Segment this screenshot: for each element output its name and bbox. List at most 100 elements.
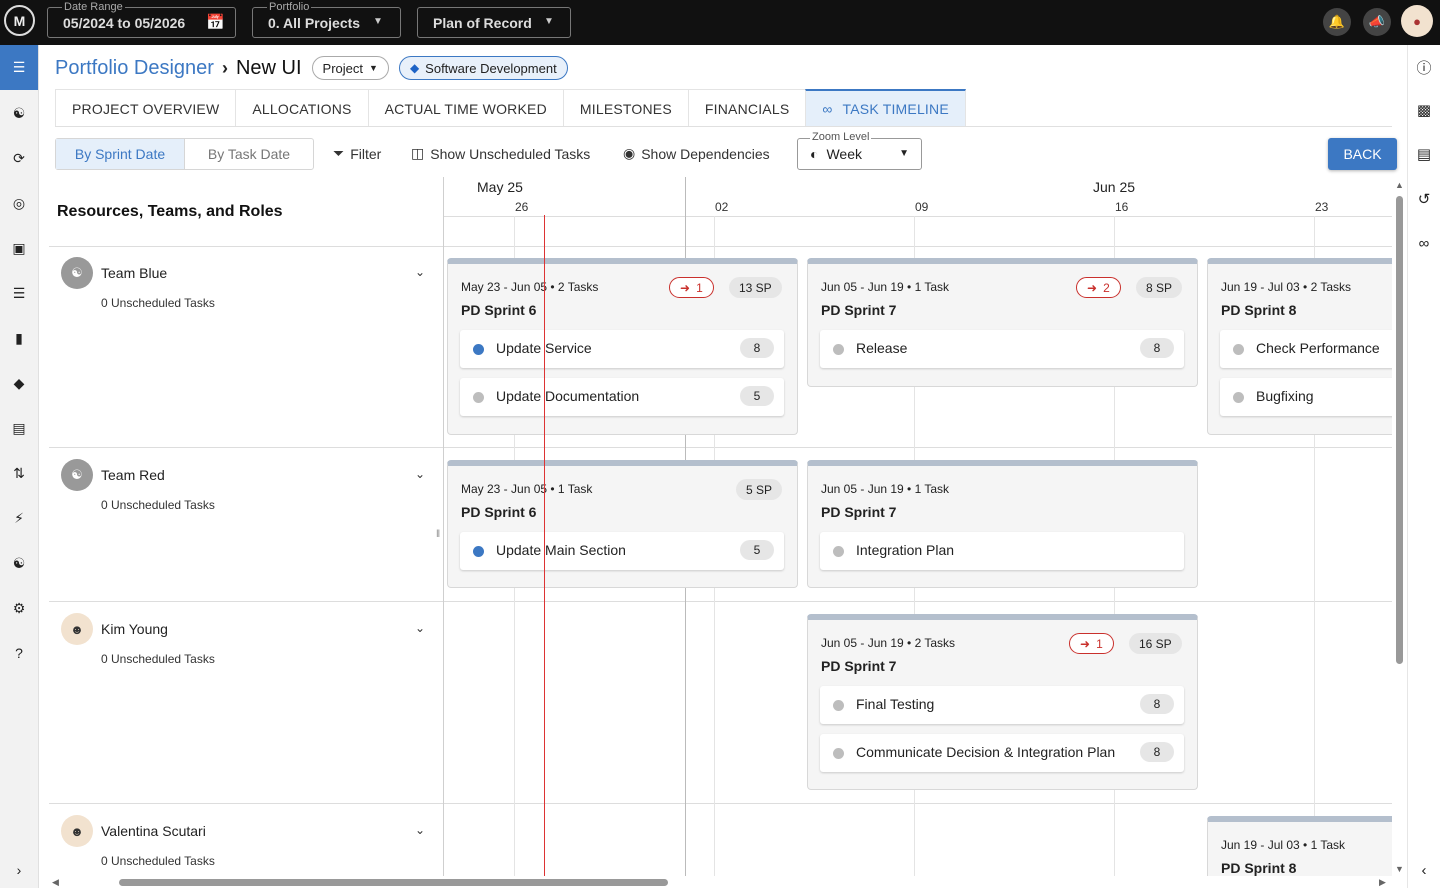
transfer-nav-icon[interactable]: ⇅ [0,453,38,493]
badge-nav-icon[interactable]: ▣ [0,228,38,268]
sprint-card[interactable]: May 23 - Jun 05 • 2 Tasks PD Sprint 6 ➜ 1… [447,258,798,435]
expand-chevron-icon[interactable]: › [0,850,38,890]
calendar-icon[interactable]: 📅 [206,13,225,31]
chevron-down-icon[interactable]: ⌄ [415,467,425,481]
sprint-card[interactable]: Jun 05 - Jun 19 • 1 Task PD Sprint 7 Int… [807,460,1198,588]
chevron-down-icon[interactable]: ⌄ [415,265,425,279]
show-dependencies-button[interactable]: ◉ Show Dependencies [623,145,770,162]
task-item[interactable]: Communicate Decision & Integration Plan … [820,734,1184,772]
task-points: 5 [740,540,774,560]
scroll-left-icon[interactable]: ◀ [52,877,59,888]
sprint-card[interactable]: Jun 05 - Jun 19 • 1 Task PD Sprint 7 ➜ 2 … [807,258,1198,387]
scroll-down-icon[interactable]: ▼ [1395,864,1404,874]
task-item[interactable]: Final Testing 8 [820,686,1184,724]
link-icon[interactable]: ∞ [1408,229,1440,257]
comment-icon[interactable]: ▤ [1408,140,1440,168]
route-nav-icon[interactable]: ◆ [0,363,38,403]
date-range-field[interactable]: Date Range 05/2024 to 05/2026 📅 [47,0,236,38]
chevron-down-icon[interactable]: ⌄ [415,621,425,635]
dependency-badge[interactable]: ➜ 1 [669,277,714,298]
filter-button[interactable]: ⏷ Filter [333,145,381,162]
status-dot [473,392,484,403]
history-icon[interactable]: ↺ [1408,185,1440,213]
refresh-nav-icon[interactable]: ⟳ [0,138,38,178]
task-points: 8 [1140,694,1174,714]
zoom-level-select[interactable]: Zoom Level ◐ Week ▼ [797,131,922,170]
month-label: Jun 25 [1093,179,1136,195]
resources-nav-icon[interactable]: ☯ [0,93,38,133]
sprint-meta: Jun 19 - Jul 03 • 1 Task [1221,838,1346,852]
tab-actual-time-worked[interactable]: ACTUAL TIME WORKED [367,89,564,127]
columns-nav-icon[interactable]: ▮ [0,318,38,358]
category-tag[interactable]: ◆ Software Development [398,56,568,80]
dependency-badge[interactable]: ➜ 2 [1076,277,1121,298]
app-logo[interactable]: M [4,5,35,36]
unscheduled-icon: ◫ [411,145,425,161]
status-dot [1233,344,1244,355]
task-item[interactable]: Integration Plan [820,532,1184,570]
chevron-down-icon[interactable]: ⌄ [415,823,425,837]
list-nav-icon[interactable]: ☰ [0,273,38,313]
scroll-right-icon[interactable]: ▶ [1379,877,1386,888]
scrollbar-thumb[interactable] [119,879,668,886]
sprint-card[interactable]: Jun 19 - Jul 03 • 2 Tasks PD Sprint 8 Ch… [1207,258,1392,435]
task-item[interactable]: Release 8 [820,330,1184,368]
tab-financials[interactable]: FINANCIALS [687,89,807,127]
document-nav-icon[interactable]: ▤ [0,408,38,448]
resize-handle-icon[interactable]: ‖ [436,529,440,540]
people-nav-icon[interactable]: ☯ [0,543,38,583]
resource-name: Valentina Scutari [101,823,206,839]
bell-icon[interactable]: 🔔 [1323,8,1351,36]
plan-value: Plan of Record [433,15,532,31]
horizontal-scrollbar[interactable]: ◀ ▶ [49,877,1392,888]
dependency-badge[interactable]: ➜ 1 [1069,633,1114,654]
target-nav-icon[interactable]: ◎ [0,183,38,223]
info-icon[interactable]: ⓘ [1408,53,1440,81]
task-points: 8 [1140,338,1174,358]
breadcrumb-portfolio-designer[interactable]: Portfolio Designer [55,57,214,80]
timeline-nav-icon[interactable]: ☰ [0,45,38,90]
status-dot [473,546,484,557]
scrollbar-thumb[interactable] [1396,196,1403,664]
help-icon[interactable]: ? [0,633,38,673]
task-item[interactable]: Update Documentation 5 [460,378,784,416]
chat-icon[interactable]: ▩ [1408,96,1440,124]
sprint-title: PD Sprint 7 [821,504,897,520]
task-item[interactable]: Update Main Section 5 [460,532,784,570]
gear-icon[interactable]: ⚙ [0,588,38,628]
sprint-card[interactable]: Jun 05 - Jun 19 • 2 Tasks PD Sprint 7 ➜ 1… [807,614,1198,790]
task-item[interactable]: Bugfixing [1220,378,1392,416]
back-button[interactable]: BACK [1328,138,1397,170]
collapse-chevron-icon[interactable]: ‹ [1408,856,1440,884]
sprint-card[interactable]: May 23 - Jun 05 • 1 Task PD Sprint 6 5 S… [447,460,798,588]
megaphone-icon[interactable]: 📣 [1363,8,1391,36]
vertical-scrollbar[interactable]: ▲ ▼ [1394,180,1405,876]
sprint-card[interactable]: Jun 19 - Jul 03 • 1 Task PD Sprint 8 [1207,816,1392,876]
task-item[interactable]: Update Service 8 [460,330,784,368]
by-task-date-button[interactable]: By Task Date [185,139,313,169]
tab-task-timeline[interactable]: ∞ TASK TIMELINE [805,89,966,127]
tab-project-overview[interactable]: PROJECT OVERVIEW [55,89,237,127]
breadcrumb-chevron-icon: › [221,57,228,78]
sprint-title: PD Sprint 6 [461,504,537,520]
task-name: Release [856,340,908,356]
plan-select[interactable]: Plan of Record ▼ [417,7,571,38]
show-unscheduled-button[interactable]: ◫ Show Unscheduled Tasks [411,145,590,162]
row-line [49,447,1392,448]
tab-allocations[interactable]: ALLOCATIONS [235,89,369,127]
scroll-up-icon[interactable]: ▲ [1395,180,1404,190]
user-avatar[interactable]: ● [1401,5,1433,37]
chevron-down-icon: ▼ [369,63,378,73]
team-icon: ☯ [61,459,93,491]
tab-milestones[interactable]: MILESTONES [562,89,689,127]
zoom-level-label: Zoom Level [810,131,872,143]
by-sprint-date-button[interactable]: By Sprint Date [56,139,185,169]
portfolio-select[interactable]: Portfolio 0. All Projects ▼ [252,0,401,38]
pane-divider[interactable] [443,177,444,876]
category-tag-label: Software Development [425,60,557,76]
project-type-dropdown[interactable]: Project ▼ [311,56,389,80]
plug-nav-icon[interactable]: ⚡ [0,498,38,538]
filter-icon: ⏷ [333,145,345,161]
task-item[interactable]: Check Performance [1220,330,1392,368]
zoom-level-value: Week [826,146,863,162]
